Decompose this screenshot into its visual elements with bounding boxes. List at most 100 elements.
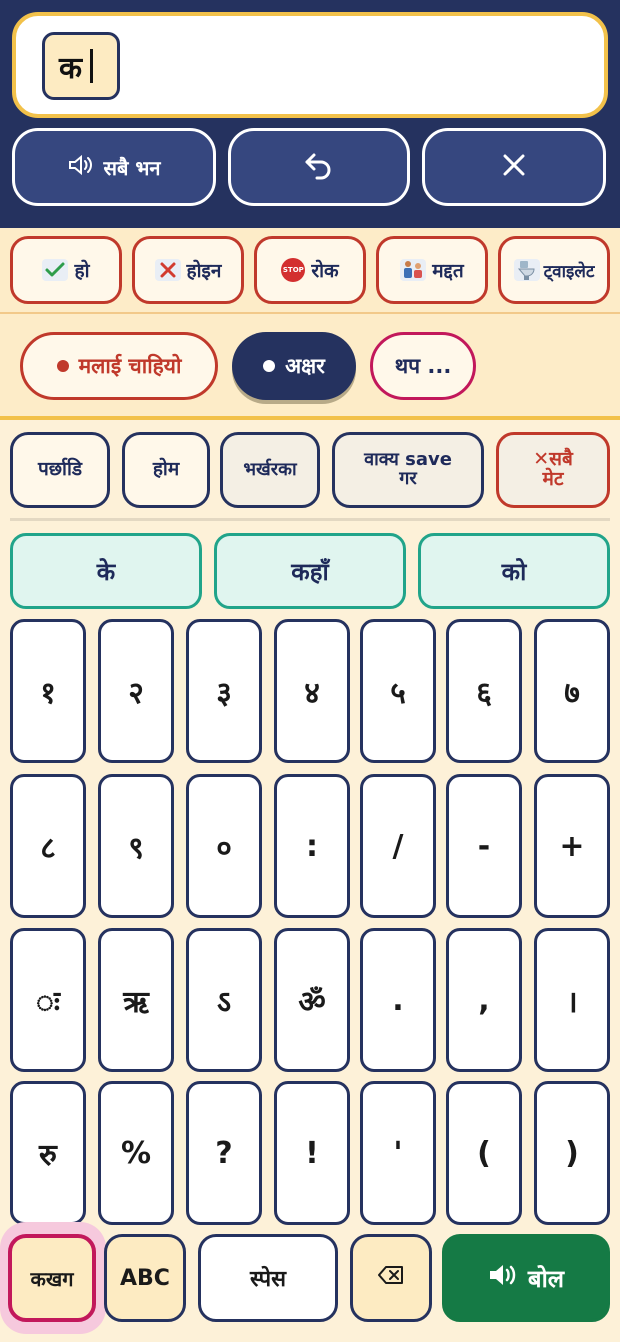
stop-sign-icon: STOP xyxy=(281,258,306,282)
keyboard-key[interactable]: % xyxy=(98,1081,174,1225)
keyboard-key[interactable]: / xyxy=(360,774,436,918)
close-icon: ✕ xyxy=(533,448,550,471)
key-label: ABC xyxy=(120,1265,170,1291)
quick-phrase-label: होइन xyxy=(186,260,222,282)
tab-letters[interactable]: अक्षर xyxy=(232,332,356,400)
tab-label: मलाई चाहियो xyxy=(78,354,182,378)
quick-phrase-label: रोक xyxy=(311,260,339,282)
toilet-icon xyxy=(513,259,540,281)
keyboard-key[interactable]: रु xyxy=(10,1081,86,1225)
key-label: बोल xyxy=(527,1264,565,1293)
key-label: २ xyxy=(128,675,144,711)
keyboard-key[interactable]: । xyxy=(534,928,610,1072)
backspace-icon xyxy=(377,1265,405,1291)
keyboard-key[interactable]: ' xyxy=(360,1081,436,1225)
keyboard-key[interactable]: ( xyxy=(446,1081,522,1225)
keyboard-key[interactable]: १ xyxy=(10,619,86,763)
key-label: ऋ xyxy=(123,984,149,1020)
cross-icon xyxy=(154,259,181,281)
abc-keyboard-button[interactable]: ABC xyxy=(104,1234,186,1322)
undo-icon xyxy=(302,150,336,185)
action-label: पर्छाडि xyxy=(37,458,83,481)
suggestion-label: को xyxy=(501,557,527,586)
keyboard-key[interactable]: ! xyxy=(274,1081,350,1225)
key-label: ५ xyxy=(390,675,406,711)
key-label: ◌ः xyxy=(36,984,60,1020)
suggestion-chip[interactable]: को xyxy=(418,533,610,609)
key-label: कखग xyxy=(30,1266,74,1291)
quick-phrase-label: हो xyxy=(74,260,90,282)
keyboard-key[interactable]: , xyxy=(446,928,522,1072)
action-label-line2: मेट xyxy=(542,468,564,490)
devanagari-keyboard-button[interactable]: कखग xyxy=(8,1234,96,1322)
keyboard-key[interactable]: ८ xyxy=(10,774,86,918)
keyboard-key[interactable]: २ xyxy=(98,619,174,763)
key-label: ४ xyxy=(304,675,320,711)
quick-phrase-help[interactable]: मद्दत xyxy=(376,236,488,304)
keyboard-key[interactable]: - xyxy=(446,774,522,918)
key-label: ॐ xyxy=(298,984,326,1020)
delete-all-button[interactable]: ✕सबै मेट xyxy=(496,432,610,508)
space-button[interactable]: स्पेस xyxy=(198,1234,338,1322)
keyboard-key[interactable]: ४ xyxy=(274,619,350,763)
key-label: ६ xyxy=(476,675,492,711)
close-icon xyxy=(500,151,528,184)
keyboard-key[interactable]: ) xyxy=(534,1081,610,1225)
speak-all-button[interactable]: सबै भन xyxy=(12,128,216,206)
keyboard-key[interactable]: ३ xyxy=(186,619,262,763)
keyboard-key[interactable]: ॐ xyxy=(274,928,350,1072)
key-label: १ xyxy=(40,675,56,711)
quick-phrase-label: मद्दत xyxy=(432,260,464,282)
keyboard-key[interactable]: ऋ xyxy=(98,928,174,1072)
keyboard-key[interactable]: ६ xyxy=(446,619,522,763)
key-label: - xyxy=(477,828,491,864)
key-label: ८ xyxy=(40,830,56,866)
keyboard-key[interactable]: + xyxy=(534,774,610,918)
divider xyxy=(10,518,610,521)
undo-button[interactable] xyxy=(228,128,410,206)
quick-phrase-stop[interactable]: STOP रोक xyxy=(254,236,366,304)
keyboard-key[interactable]: ५ xyxy=(360,619,436,763)
speak-button[interactable]: बोल xyxy=(442,1234,610,1322)
keyboard-key[interactable]: ◌ः xyxy=(10,928,86,1072)
keyboard-key[interactable]: ऽ xyxy=(186,928,262,1072)
suggestion-chip[interactable]: के xyxy=(10,533,202,609)
top-panel: क सबै भन xyxy=(0,0,620,228)
keyboard-key[interactable]: ९ xyxy=(98,774,174,918)
quick-phrase-row: हो होइन STOP रोक मद्दत ट्वाइलेट xyxy=(0,228,620,314)
suggestion-chip[interactable]: कहाँ xyxy=(214,533,406,609)
quick-phrase-no[interactable]: होइन xyxy=(132,236,244,304)
message-display[interactable]: क xyxy=(12,12,608,118)
keyboard-key[interactable]: . xyxy=(360,928,436,1072)
tab-more[interactable]: थप ... xyxy=(370,332,476,400)
key-label: रु xyxy=(39,1137,57,1173)
key-label: । xyxy=(566,984,578,1020)
quick-phrase-yes[interactable]: हो xyxy=(10,236,122,304)
key-label: स्पेस xyxy=(250,1267,286,1292)
keyboard-key[interactable]: : xyxy=(274,774,350,918)
home-button[interactable]: होम xyxy=(122,432,210,508)
category-row: मलाई चाहियो अक्षर थप ... xyxy=(0,314,620,420)
keyboard-key[interactable]: ? xyxy=(186,1081,262,1225)
key-label: . xyxy=(392,982,404,1018)
delete-all-line1: ✕सबै xyxy=(533,448,573,471)
key-label: / xyxy=(392,828,404,864)
tab-i-want[interactable]: मलाई चाहियो xyxy=(20,332,218,400)
save-sentence-button[interactable]: वाक्य save गर xyxy=(332,432,484,508)
dot-icon xyxy=(56,360,69,372)
key-label: ७ xyxy=(564,675,580,711)
back-button[interactable]: पर्छाडि xyxy=(10,432,110,508)
keyboard-key[interactable]: ० xyxy=(186,774,262,918)
help-people-icon xyxy=(400,259,427,281)
key-label: : xyxy=(306,828,318,864)
key-label: ९ xyxy=(128,830,144,866)
text-caret xyxy=(90,49,94,83)
key-label: ) xyxy=(565,1135,579,1171)
quick-phrase-toilet[interactable]: ट्वाइलेट xyxy=(498,236,610,304)
backspace-button[interactable] xyxy=(350,1234,432,1322)
recent-button[interactable]: भर्खरका xyxy=(220,432,320,508)
typed-text: क xyxy=(59,50,83,86)
keyboard-key[interactable]: ७ xyxy=(534,619,610,763)
key-label: ० xyxy=(216,830,232,866)
clear-button[interactable] xyxy=(422,128,606,206)
